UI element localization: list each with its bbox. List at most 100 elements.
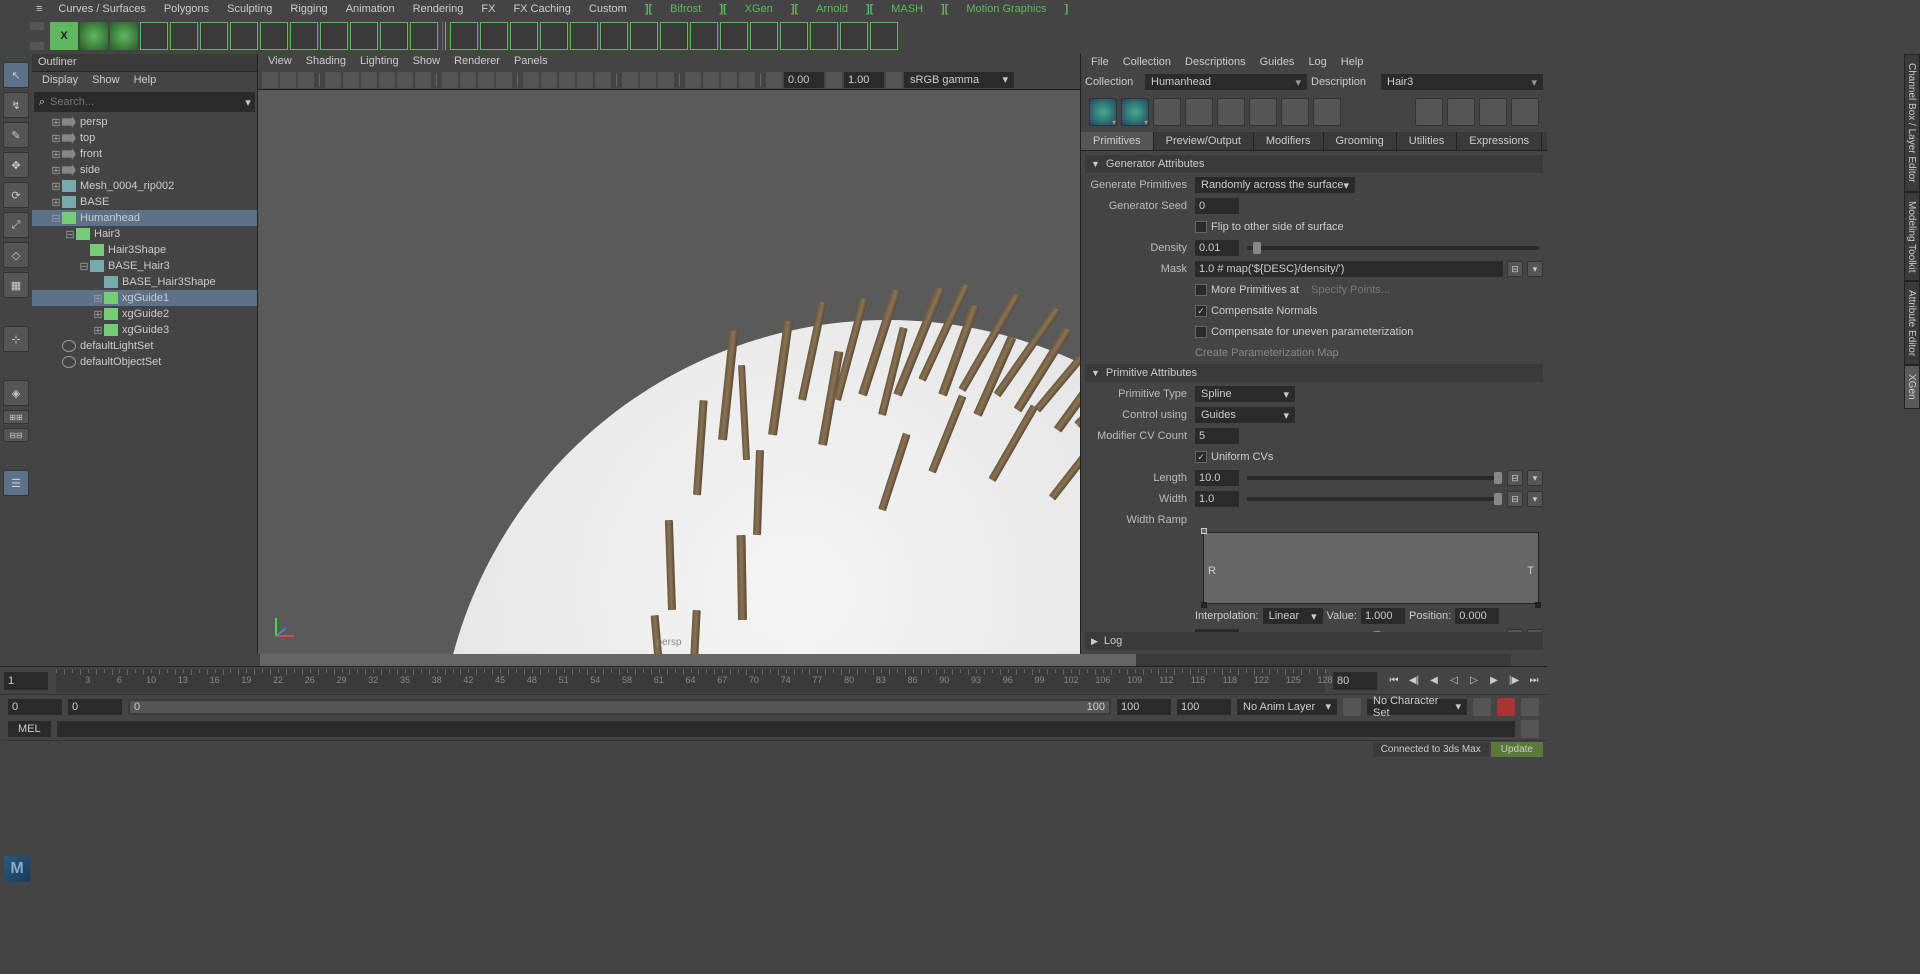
- vp-menu-show[interactable]: Show: [407, 55, 447, 69]
- vp-tool-icon[interactable]: [766, 72, 782, 88]
- shelf-icon[interactable]: [480, 22, 508, 50]
- width-slider[interactable]: [1247, 497, 1499, 501]
- cmd-lang-button[interactable]: MEL: [8, 721, 51, 737]
- vp-tool-icon[interactable]: [379, 72, 395, 88]
- shelf-icon[interactable]: [720, 22, 748, 50]
- shelf-icon[interactable]: [510, 22, 538, 50]
- shelf-icon[interactable]: [630, 22, 658, 50]
- width-icon[interactable]: ⊟: [1507, 491, 1523, 507]
- xgen-tool-icon[interactable]: [1479, 98, 1507, 126]
- prefs-icon[interactable]: [1521, 698, 1539, 716]
- paint-tool-icon[interactable]: ✎: [3, 122, 29, 148]
- outliner-item[interactable]: ⊟Humanhead: [32, 210, 257, 226]
- lasso-tool-icon[interactable]: ↯: [3, 92, 29, 118]
- menu-item-xgen[interactable]: XGen: [737, 1, 781, 17]
- shelf-icon[interactable]: [540, 22, 568, 50]
- viewport-3d[interactable]: persp: [258, 90, 1080, 654]
- tab-modifiers[interactable]: Modifiers: [1254, 132, 1324, 150]
- shelf-icon[interactable]: [450, 22, 478, 50]
- shelf-icon[interactable]: [750, 22, 778, 50]
- xgen-tool-icon[interactable]: [1313, 98, 1341, 126]
- vp-tool-icon[interactable]: [595, 72, 611, 88]
- vp-tool-icon[interactable]: [460, 72, 476, 88]
- vp-tool-icon[interactable]: [577, 72, 593, 88]
- timeline-start-field[interactable]: 1: [4, 672, 48, 690]
- outliner-item[interactable]: ⊞xgGuide1: [32, 290, 257, 306]
- shelf-icon[interactable]: [260, 22, 288, 50]
- cmd-output-icon[interactable]: [1521, 720, 1539, 738]
- shelf-icon[interactable]: [170, 22, 198, 50]
- outliner-item[interactable]: ⊞BASE: [32, 194, 257, 210]
- more-prim-checkbox[interactable]: [1195, 284, 1207, 296]
- vp-tool-icon[interactable]: [262, 72, 278, 88]
- shelf-xgen-icon[interactable]: X: [50, 22, 78, 50]
- vp-tool-icon[interactable]: [658, 72, 674, 88]
- search-input[interactable]: [50, 96, 241, 108]
- outliner-item[interactable]: BASE_Hair3Shape: [32, 274, 257, 290]
- select-tool-icon[interactable]: ↖: [3, 62, 29, 88]
- outliner-item[interactable]: ⊞side: [32, 162, 257, 178]
- menu-item[interactable]: Custom: [581, 1, 635, 17]
- width-ramp[interactable]: RT›: [1203, 532, 1539, 604]
- range-field[interactable]: 100: [1117, 699, 1171, 715]
- horizontal-scrollbar[interactable]: [260, 654, 1511, 666]
- shelf-icon[interactable]: [230, 22, 258, 50]
- section-log[interactable]: ▶Log: [1085, 632, 1543, 650]
- density-field[interactable]: 0.01: [1195, 240, 1239, 256]
- shelf-icon[interactable]: [780, 22, 808, 50]
- tool-icon[interactable]: ⊟⊟: [3, 428, 29, 442]
- range-field[interactable]: 100: [1177, 699, 1231, 715]
- range-field[interactable]: 0: [68, 699, 122, 715]
- layout-tool-icon[interactable]: ☰: [3, 470, 29, 496]
- shelf-icon[interactable]: [290, 22, 318, 50]
- mask-expr-icon[interactable]: ▾: [1527, 261, 1543, 277]
- play-fwd-icon[interactable]: ▷: [1465, 672, 1483, 690]
- mask-slider-icon[interactable]: ⊟: [1507, 261, 1523, 277]
- density-slider[interactable]: [1247, 246, 1539, 250]
- vp-colorspace-select[interactable]: sRGB gamma▾: [904, 72, 1014, 88]
- xgen-menu-help[interactable]: Help: [1335, 56, 1370, 70]
- vp-tool-icon[interactable]: [415, 72, 431, 88]
- vp-tool-icon[interactable]: [397, 72, 413, 88]
- menu-item[interactable]: Curves / Surfaces: [50, 1, 153, 17]
- range-slider[interactable]: 0100: [128, 699, 1111, 715]
- menu-item[interactable]: Arnold: [808, 1, 856, 17]
- menu-item[interactable]: Animation: [338, 1, 403, 17]
- xgen-menu-log[interactable]: Log: [1302, 56, 1332, 70]
- vp-menu-panels[interactable]: Panels: [508, 55, 554, 69]
- menu-item[interactable]: Rendering: [405, 1, 472, 17]
- xgen-menu-file[interactable]: File: [1085, 56, 1115, 70]
- tab-utilities[interactable]: Utilities: [1397, 132, 1457, 150]
- shelf-icon[interactable]: [660, 22, 688, 50]
- menu-item[interactable]: Bifrost: [662, 1, 709, 17]
- char-set-select[interactable]: No Character Set▾: [1367, 699, 1467, 715]
- interp-select[interactable]: Linear▾: [1263, 608, 1323, 624]
- tab-expressions[interactable]: Expressions: [1457, 132, 1542, 150]
- vp-menu-lighting[interactable]: Lighting: [354, 55, 405, 69]
- uniform-cvs-checkbox[interactable]: [1195, 451, 1207, 463]
- xgen-tool-icon[interactable]: [1415, 98, 1443, 126]
- step-fwd-icon[interactable]: ▶: [1485, 672, 1503, 690]
- shelf-icon[interactable]: [870, 22, 898, 50]
- vp-tool-icon[interactable]: [826, 72, 842, 88]
- outliner-menu-show[interactable]: Show: [86, 74, 126, 88]
- shelf-icon[interactable]: [140, 22, 168, 50]
- shelf-icon[interactable]: [810, 22, 838, 50]
- vp-tool-icon[interactable]: [739, 72, 755, 88]
- vp-exposure-field[interactable]: 0.00: [784, 72, 824, 88]
- step-back-key-icon[interactable]: ◀|: [1405, 672, 1423, 690]
- collection-select[interactable]: Humanhead▾: [1145, 74, 1307, 90]
- xgen-menu-guides[interactable]: Guides: [1254, 56, 1301, 70]
- menu-item[interactable]: Rigging: [282, 1, 335, 17]
- outliner-item[interactable]: Hair3Shape: [32, 242, 257, 258]
- scale-tool-icon[interactable]: ⤢: [3, 212, 29, 238]
- vtab-channelbox[interactable]: Channel Box / Layer Editor: [1904, 54, 1920, 192]
- menu-item[interactable]: Motion Graphics: [958, 1, 1054, 17]
- xgen-tool-icon[interactable]: [1281, 98, 1309, 126]
- xgen-menu-collection[interactable]: Collection: [1117, 56, 1177, 70]
- menu-item[interactable]: FX: [473, 1, 503, 17]
- flip-checkbox[interactable]: [1195, 221, 1207, 233]
- outliner-item[interactable]: ⊞xgGuide2: [32, 306, 257, 322]
- tab-preview[interactable]: Preview/Output: [1154, 132, 1254, 150]
- status-update-button[interactable]: Update: [1491, 742, 1543, 757]
